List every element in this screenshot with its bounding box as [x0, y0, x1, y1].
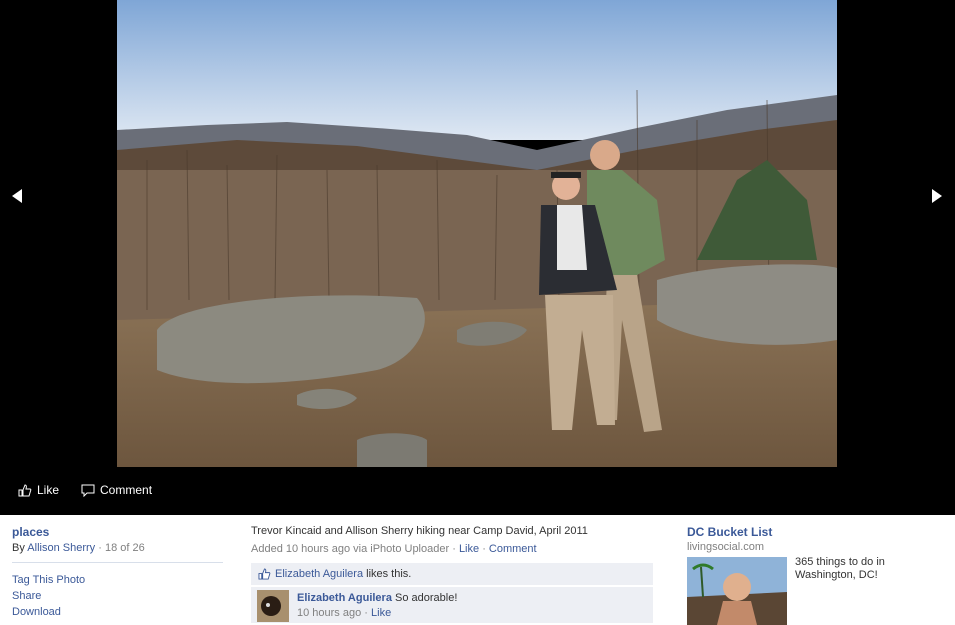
- previous-photo-arrow-icon[interactable]: [10, 188, 24, 204]
- tag-photo-link[interactable]: Tag This Photo: [12, 574, 223, 586]
- stage-comment-button[interactable]: Comment: [81, 483, 152, 497]
- comment-like-link[interactable]: Like: [371, 607, 391, 619]
- comment-separator: ·: [364, 607, 368, 619]
- album-title-link[interactable]: places: [12, 525, 223, 539]
- photo-position: 18 of 26: [104, 542, 145, 554]
- comment-text: So adorable!: [395, 592, 458, 604]
- added-separator: ·: [452, 543, 456, 555]
- by-prefix: By: [12, 542, 25, 554]
- sponsored-ad: DC Bucket List livingsocial.com 365 thin…: [687, 525, 937, 625]
- next-photo-arrow-icon[interactable]: [930, 188, 944, 204]
- album-info: places By Allison Sherry · 18 of 26 Tag …: [12, 525, 223, 622]
- thumbs-up-icon: [18, 483, 32, 496]
- album-author-link[interactable]: Allison Sherry: [27, 542, 95, 554]
- ad-text: 365 things to do in Washington, DC!: [795, 556, 885, 581]
- divider: [12, 562, 223, 563]
- added-text: Added 10 hours ago via iPhoto Uploader: [251, 543, 450, 555]
- liker-name-link[interactable]: Elizabeth Aguilera: [275, 568, 363, 580]
- likes-summary: Elizabeth Aguilera likes this.: [251, 563, 653, 585]
- added-separator-2: ·: [482, 543, 486, 555]
- comment-body: Elizabeth Aguilera So adorable! 10 hours…: [297, 592, 457, 619]
- stage-like-button[interactable]: Like: [18, 483, 59, 497]
- like-link[interactable]: Like: [459, 543, 479, 555]
- photo-stage: Like Comment: [0, 0, 955, 515]
- photo-image: [117, 0, 837, 467]
- avatar[interactable]: [257, 590, 289, 622]
- album-byline: By Allison Sherry · 18 of 26: [12, 542, 223, 554]
- photo[interactable]: [117, 0, 837, 467]
- likes-suffix: likes this.: [366, 568, 412, 580]
- ad-image[interactable]: [687, 557, 787, 625]
- photo-actions: Tag This Photo Share Download: [12, 574, 223, 618]
- comment-time: 10 hours ago: [297, 607, 362, 619]
- comment-item: Elizabeth Aguilera So adorable! 10 hours…: [251, 587, 653, 623]
- stage-like-label: Like: [37, 483, 60, 497]
- added-info: Added 10 hours ago via iPhoto Uploader ·…: [251, 543, 653, 555]
- comment-author-link[interactable]: Elizabeth Aguilera: [297, 592, 392, 604]
- comment-link[interactable]: Comment: [489, 543, 537, 555]
- download-link[interactable]: Download: [12, 606, 223, 618]
- comment-meta: 10 hours ago · Like: [297, 607, 457, 619]
- stage-actions: Like Comment: [18, 482, 174, 498]
- thumbs-up-icon: [258, 568, 271, 580]
- ad-title-link[interactable]: DC Bucket List: [687, 525, 937, 539]
- byline-separator: ·: [98, 542, 102, 554]
- comment-bubble-icon: [81, 484, 95, 497]
- photo-caption: Trevor Kincaid and Allison Sherry hiking…: [251, 525, 588, 537]
- share-link[interactable]: Share: [12, 590, 223, 602]
- ad-domain: livingsocial.com: [687, 541, 765, 553]
- stage-comment-label: Comment: [100, 483, 153, 497]
- photo-details: Trevor Kincaid and Allison Sherry hiking…: [251, 525, 653, 623]
